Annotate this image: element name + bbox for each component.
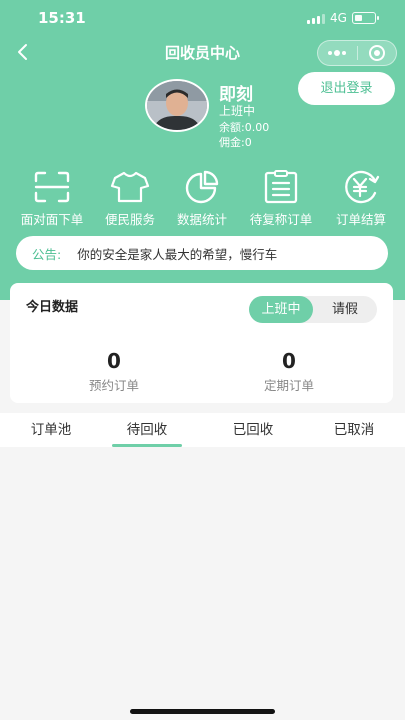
network-type: 4G — [330, 11, 347, 25]
stat-appointment-orders[interactable]: 0 预约订单 — [44, 349, 184, 394]
status-time: 15:31 — [38, 9, 86, 27]
balance-text: 余额:0.00 — [219, 121, 270, 134]
quick-item-pending-reweigh[interactable]: 待复称订单 — [240, 170, 322, 228]
order-tabs: 订单池 待回收 已回收 已取消 — [0, 413, 405, 447]
quick-item-face-to-face-order[interactable]: 面对面下单 — [11, 170, 93, 228]
close-mini-program-button[interactable] — [358, 41, 397, 65]
stat-regular-orders[interactable]: 0 定期订单 — [219, 349, 359, 394]
more-dots-icon — [328, 50, 347, 56]
mini-program-capsule — [317, 40, 397, 66]
work-status-toggle: 上班中 请假 — [249, 296, 377, 323]
signal-icon — [307, 13, 325, 24]
toggle-leave[interactable]: 请假 — [313, 296, 377, 323]
quick-item-label: 待复称订单 — [249, 212, 313, 227]
quick-menu: 面对面下单 便民服务 数据统计 待复称订单 订单结算 — [0, 170, 405, 230]
pie-chart-icon — [185, 170, 219, 204]
tab-cancelled[interactable]: 已取消 — [319, 413, 389, 447]
status-bar: 15:31 4G — [0, 0, 405, 36]
battery-icon — [352, 12, 379, 24]
quick-item-data-stats[interactable]: 数据统计 — [161, 170, 243, 228]
quick-item-order-settlement[interactable]: 订单结算 — [320, 170, 402, 228]
work-status: 上班中 — [219, 104, 256, 118]
tab-order-pool[interactable]: 订单池 — [16, 413, 86, 447]
order-list-area — [0, 447, 405, 720]
notice-text: 你的安全是家人最大的希望，慢行车 — [77, 246, 278, 262]
quick-item-label: 订单结算 — [335, 212, 386, 227]
yen-cycle-icon — [345, 170, 380, 204]
stat-value: 0 — [107, 349, 121, 373]
clipboard-list-icon — [264, 170, 298, 204]
target-icon — [368, 45, 385, 61]
stat-value: 0 — [282, 349, 296, 373]
shirt-icon — [110, 171, 150, 203]
stat-label: 预约订单 — [88, 378, 139, 393]
tab-pending-recycle[interactable]: 待回收 — [112, 413, 182, 447]
home-indicator — [130, 709, 275, 714]
commission-text: 佣金:0 — [219, 136, 252, 149]
notice-label: 公告: — [32, 246, 62, 262]
quick-item-convenience-service[interactable]: 便民服务 — [89, 170, 171, 228]
quick-item-label: 便民服务 — [104, 212, 155, 227]
today-data-card: 今日数据 上班中 请假 0 预约订单 0 定期订单 — [10, 283, 393, 403]
scan-icon — [34, 171, 70, 203]
stat-label: 定期订单 — [263, 378, 314, 393]
today-title: 今日数据 — [26, 300, 79, 315]
quick-item-label: 面对面下单 — [20, 212, 84, 227]
toggle-on-duty[interactable]: 上班中 — [249, 296, 313, 323]
tab-recycled[interactable]: 已回收 — [218, 413, 288, 447]
more-button[interactable] — [318, 41, 357, 65]
avatar — [145, 79, 209, 132]
logout-button[interactable]: 退出登录 — [298, 72, 395, 105]
notice-bar[interactable]: 公告: 你的安全是家人最大的希望，慢行车 — [16, 236, 388, 270]
nav-bar: 回收员中心 — [0, 36, 405, 68]
quick-item-label: 数据统计 — [176, 212, 227, 227]
